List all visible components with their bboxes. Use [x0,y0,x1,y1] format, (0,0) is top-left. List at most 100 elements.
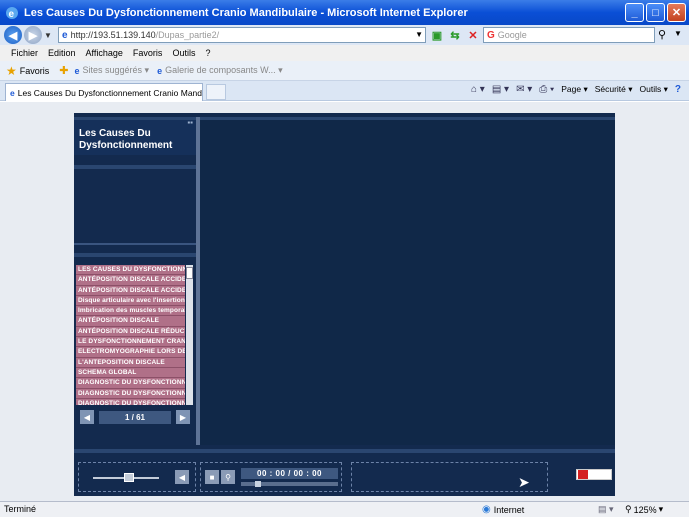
web-slice-gallery-link[interactable]: Galerie de composants W... ▾ [165,65,283,76]
slide-list-item[interactable]: ANTÉPOSITION DISCALE RÉDUCTIBLE [76,326,185,338]
compatibility-icon[interactable]: ▣ [430,28,444,42]
suggested-sites-icon: e [74,65,80,76]
time-display: 00 : 00 / 00 : 00 [241,468,338,479]
refresh-icon[interactable]: ⇆ [448,28,462,42]
zone-label: Internet [493,504,525,515]
sound-icon[interactable]: ◀ [175,470,189,484]
forward-button[interactable]: ▶ [24,26,42,44]
address-row: ◀ ▶ ▼ e http://193.51.139.140/Dupas_part… [0,25,689,45]
slide-pager: ◀ 1 / 61 ▶ [80,410,190,424]
svg-text:e: e [9,9,15,20]
help-icon[interactable]: ? [675,84,681,95]
protected-mode-icon[interactable]: ▤ ▾ [598,504,614,515]
slide-list[interactable]: LES CAUSES DU DYSFONCTIONNEMENTANTÉPOSIT… [76,265,185,405]
menu-fichier[interactable]: Fichier [6,48,43,58]
internet-explorer-icon: e [6,6,18,20]
favorites-button[interactable]: ★ Favoris [6,64,49,78]
home-icon[interactable]: ⌂ ▾ [471,84,485,95]
stop-icon[interactable]: ✕ [466,28,480,42]
print-icon[interactable]: ⎙ ▾ [539,84,554,95]
web-slice-icon: e [157,65,163,76]
stop-button[interactable]: ■ [205,470,219,484]
page-content: ▪▪ Les Causes Du Dysfonctionnement LES C… [0,102,689,501]
maximize-button[interactable]: □ [646,3,665,22]
zoom-icon[interactable]: ⚲ [221,470,235,484]
title-bar: e Les Causes Du Dysfonctionnement Cranio… [0,0,689,25]
slide-list-item[interactable]: LE DYSFONCTIONNEMENT CRANIO [76,337,185,348]
search-input[interactable]: G Google [483,27,655,43]
volume-knob[interactable] [123,473,134,482]
menu-edition[interactable]: Edition [43,48,81,58]
zoom-icon-status: ⚲ [625,504,632,514]
playback-box: ■ ⚲ 00 : 00 / 00 : 00 [200,462,342,492]
minimize-button[interactable]: _ [625,3,644,22]
mail-icon[interactable]: ✉ ▾ [516,84,532,95]
menu-affichage[interactable]: Affichage [81,48,128,58]
page-menu[interactable]: Page ▾ [561,84,587,95]
status-text: Terminé [4,504,37,514]
security-menu[interactable]: Sécurité ▾ [595,84,633,95]
slide-list-item[interactable]: LES CAUSES DU DYSFONCTIONNEMENT [76,265,185,276]
volume-box: ◀ [78,462,196,492]
university-logo [576,469,612,480]
next-slide-button[interactable]: ▶ [176,410,190,424]
tab-current[interactable]: e Les Causes Du Dysfonctionnement Cranio… [5,83,203,101]
new-tab-button[interactable] [206,84,226,100]
scrollbar-thumb[interactable] [186,267,193,279]
slide-list-item[interactable]: SCHEMA GLOBAL [76,367,185,379]
history-dropdown-icon[interactable]: ▼ [44,31,52,40]
url-host: http://193.51.139.140 [70,30,156,40]
presentation-title-panel: ▪▪ Les Causes Du Dysfonctionnement [74,117,196,155]
security-zone[interactable]: ◉ Internet [482,504,524,515]
tools-menu[interactable]: Outils ▾ [640,84,668,95]
control-bar: ◀ ■ ⚲ 00 : 00 / 00 : 00 [74,449,615,496]
status-bar: Terminé ◉ Internet ▤ ▾ ⚲ 125% ▾ [0,501,689,517]
menu-favoris[interactable]: Favoris [128,48,168,58]
slide-list-item[interactable]: DIAGNOSTIC DU DYSFONCTIONNEMENT [76,378,185,389]
suggested-sites-link[interactable]: Sites suggérés ▾ [83,65,150,76]
presentation-player: ▪▪ Les Causes Du Dysfonctionnement LES C… [74,113,615,496]
progress-knob[interactable] [254,481,261,487]
slide-list-item[interactable]: Disque articulaire avec l'insertion du c… [76,295,185,307]
slide-list-item[interactable]: Imbrication des muscles temporal, massét… [76,306,185,317]
back-button[interactable]: ◀ [4,26,22,44]
feeds-icon[interactable]: ▤ ▾ [492,84,509,95]
slide-list-scrollbar[interactable] [186,265,193,405]
search-icon[interactable]: ⚲ [658,28,666,41]
google-icon: G [487,29,495,41]
zoom-dropdown-icon: ▾ [658,504,664,514]
zoom-control[interactable]: ⚲ 125% ▾ [625,504,663,515]
address-field[interactable]: e http://193.51.139.140/Dupas_partie2/ ▼ [58,27,426,43]
slide-list-item[interactable]: ELECTROMYOGRAPHIE LORS DES [76,347,185,358]
address-dropdown-icon[interactable]: ▼ [415,30,423,39]
slide-list-item[interactable]: ANTÉPOSITION DISCALE ACCIDENTELLE [76,275,185,286]
slide-list-item[interactable]: DIAGNOSTIC DU DYSFONCTIONNEMENT [76,388,185,399]
slide-list-item[interactable]: ANTÉPOSITION DISCALE [76,316,185,327]
add-favorite-icon[interactable]: ✚ [59,64,68,77]
tab-page-icon: e [10,87,15,98]
slide-list-item[interactable]: L'ANTEPOSITION DISCALE [76,357,185,368]
menu-bar: Fichier Edition Affichage Favoris Outils… [0,45,689,61]
progress-bar[interactable] [241,481,338,487]
window-title: Les Causes Du Dysfonctionnement Cranio M… [24,6,468,19]
slide-list-item[interactable]: DIAGNOSTIC DU DYSFONCTIONNEMENT [76,398,185,405]
tab-row: e Les Causes Du Dysfonctionnement Cranio… [0,81,689,101]
slide-stage [200,117,615,445]
slide-list-item[interactable]: ANTÉPOSITION DISCALE ACCIDENTELLE [76,285,185,296]
tab-title: Les Causes Du Dysfonctionnement Cranio M… [17,87,202,98]
star-icon: ★ [6,63,17,78]
menu-outils[interactable]: Outils [167,48,200,58]
menu-help[interactable]: ? [200,48,215,58]
favorites-bar: ★ Favoris ✚ e Sites suggérés ▾ e Galerie… [0,61,689,81]
globe-icon: ◉ [482,504,491,515]
close-button[interactable]: ✕ [667,3,686,22]
favorites-label: Favoris [19,65,50,76]
search-dropdown-icon[interactable]: ▼ [674,29,682,38]
logo-mark [578,470,588,479]
presentation-title: Les Causes Du Dysfonctionnement [79,128,173,151]
zoom-level: 125% [633,504,657,515]
mouse-cursor-icon: ➤ [518,474,530,490]
page-icon: e [62,29,68,41]
previous-slide-button[interactable]: ◀ [80,410,94,424]
url-path: /Dupas_partie2/ [155,30,220,40]
